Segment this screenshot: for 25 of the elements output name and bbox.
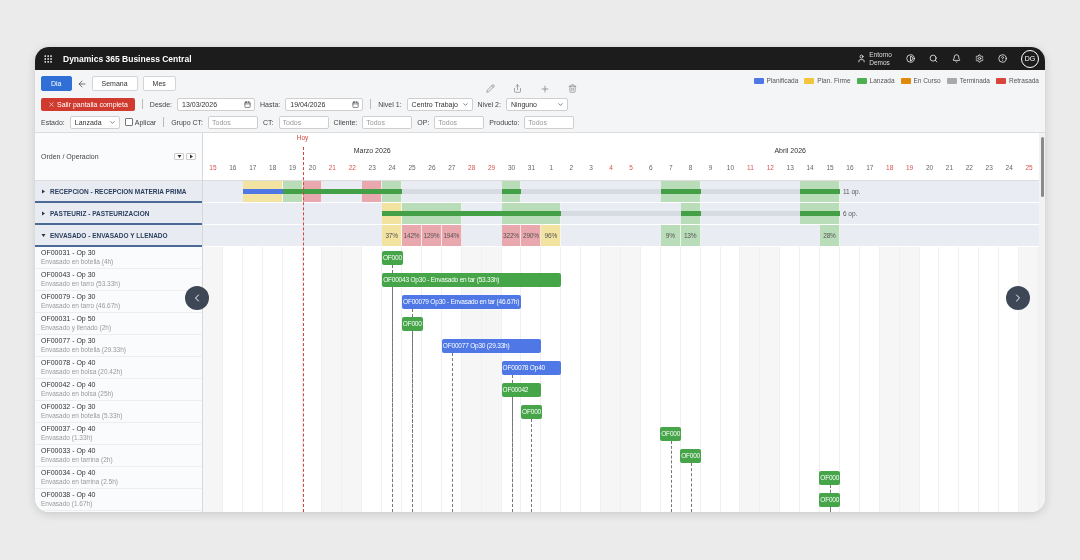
help-icon[interactable] xyxy=(998,54,1007,63)
contrast-icon[interactable] xyxy=(906,54,915,63)
caret-down-icon xyxy=(176,154,182,159)
calendar-icon xyxy=(352,100,360,108)
app-launcher-icon[interactable] xyxy=(43,53,53,64)
scrollbar-thumb[interactable] xyxy=(1040,137,1044,197)
user-icon xyxy=(857,54,867,63)
caret-down-icon xyxy=(41,232,46,238)
settings-icon[interactable] xyxy=(975,54,984,63)
back-arrow-icon[interactable] xyxy=(76,78,87,89)
search-icon[interactable] xyxy=(929,54,938,63)
expand-all-button[interactable] xyxy=(174,153,184,160)
collapse-all-button[interactable] xyxy=(186,153,196,160)
checkbox[interactable] xyxy=(124,118,133,126)
chevron-down-icon xyxy=(461,100,469,108)
chevron-down-icon xyxy=(556,100,564,108)
connector-line xyxy=(670,441,672,512)
close-icon xyxy=(48,100,55,108)
caret-right-icon xyxy=(188,154,194,159)
caret-right-icon xyxy=(41,188,46,194)
bell-icon[interactable] xyxy=(952,54,961,63)
calendar-icon xyxy=(244,100,251,108)
app-title: Dynamics 365 Business Central xyxy=(63,53,192,64)
chevron-down-icon xyxy=(108,118,116,126)
caret-right-icon xyxy=(41,210,46,216)
